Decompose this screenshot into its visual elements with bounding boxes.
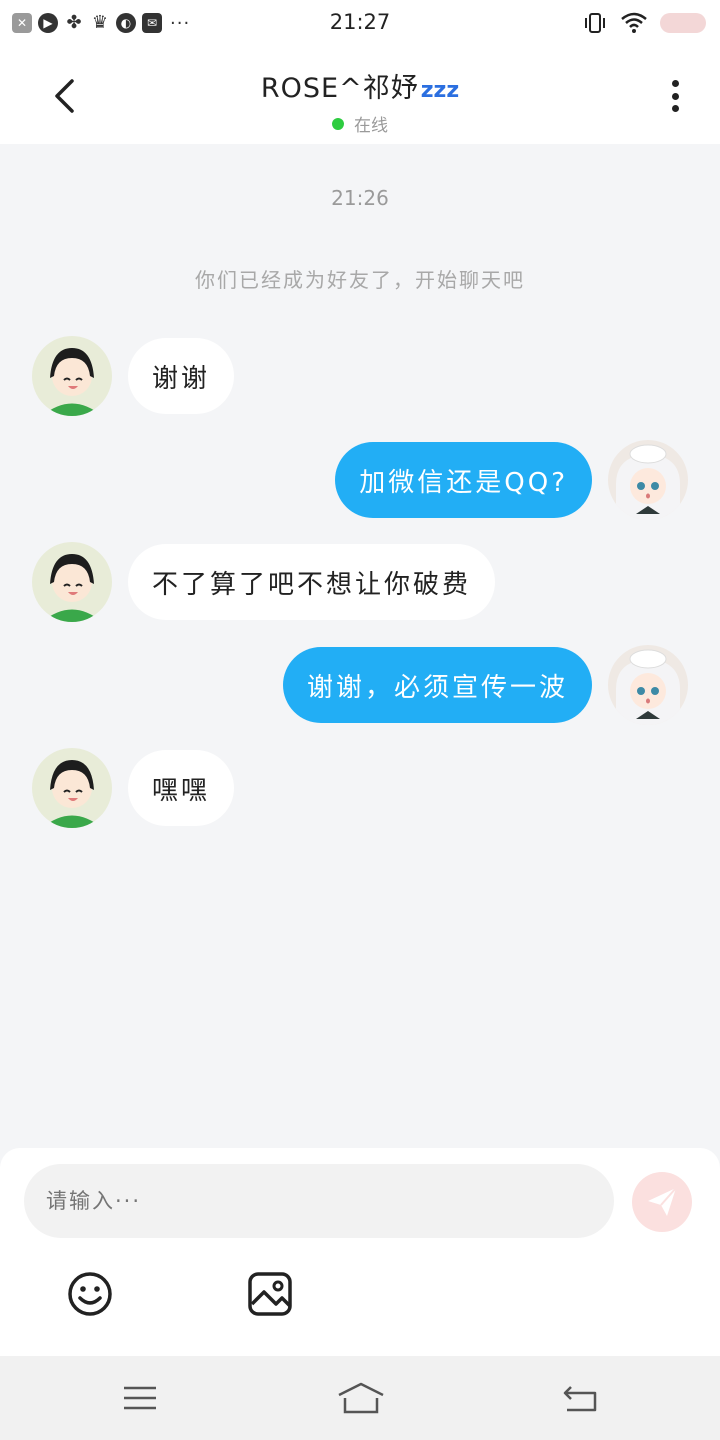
status-system-icons — [582, 12, 706, 34]
incoming-message-bubble[interactable]: 谢谢 — [128, 338, 235, 414]
image-icon — [248, 1272, 292, 1316]
user-avatar[interactable] — [608, 645, 688, 725]
message-row: 谢谢 — [32, 336, 235, 416]
contact-avatar[interactable] — [32, 748, 112, 828]
chat-title-block: ROSE^祁妤zzz 在线 — [0, 66, 720, 136]
message-row: 不了算了吧不想让你破费 — [32, 542, 496, 622]
system-navigation-bar — [0, 1356, 720, 1440]
emoji-button[interactable] — [66, 1270, 114, 1318]
message-input[interactable] — [24, 1164, 614, 1238]
chat-header: ROSE^祁妤zzz 在线 — [0, 46, 720, 144]
back-icon — [563, 1386, 597, 1412]
home-icon — [338, 1382, 384, 1414]
incoming-message-bubble[interactable]: 不了算了吧不想让你破费 — [128, 544, 496, 620]
contact-avatar[interactable] — [32, 336, 112, 416]
close-icon: ✕ — [12, 13, 32, 33]
online-dot-icon — [332, 117, 344, 130]
more-dot-icon — [671, 105, 679, 112]
message-timestamp: 21:26 — [331, 186, 389, 210]
wifi-icon — [621, 12, 647, 33]
nav-back-button[interactable] — [558, 1378, 602, 1418]
vibrate-icon — [585, 13, 605, 33]
fan-icon: ✤ — [66, 12, 82, 33]
system-message: 你们已经成为好友了，开始聊天吧 — [195, 268, 525, 292]
nav-menu-button[interactable] — [118, 1378, 162, 1418]
nav-home-button[interactable] — [336, 1378, 386, 1418]
online-status: 在线 — [0, 111, 720, 136]
crown-icon: ♛ — [91, 12, 109, 33]
emoji-icon — [68, 1272, 112, 1316]
menu-icon — [124, 1386, 156, 1410]
more-notifications-icon: ··· — [170, 12, 191, 34]
more-dot-icon — [671, 92, 679, 100]
more-dot-icon — [671, 80, 679, 87]
message-row: 谢谢，必须宣传一波 — [282, 645, 688, 725]
paper-plane-icon — [648, 1187, 677, 1216]
outgoing-message-bubble[interactable]: 加微信还是QQ? — [335, 442, 592, 518]
play-icon: ▶ — [38, 13, 58, 33]
battery-icon — [660, 13, 706, 33]
outgoing-message-bubble[interactable]: 谢谢，必须宣传一波 — [282, 647, 592, 723]
message-row: 嘿嘿 — [32, 748, 235, 828]
send-button[interactable] — [632, 1172, 692, 1232]
incoming-message-bubble[interactable]: 嘿嘿 — [128, 750, 235, 826]
planet-icon: ◐ — [116, 13, 136, 33]
online-status-text: 在线 — [354, 116, 388, 136]
image-button[interactable] — [246, 1270, 294, 1318]
message-input-bar — [0, 1148, 720, 1356]
more-options-button[interactable] — [660, 76, 690, 116]
contact-name: ROSE^祁妤 — [260, 73, 419, 104]
status-bar: ✕ ▶ ✤ ♛ ◐ ✉ ··· 21:27 — [0, 0, 720, 46]
message-row: 加微信还是QQ? — [335, 440, 688, 520]
sleep-emoji-icon: zzz — [420, 78, 460, 103]
mail-icon: ✉ — [142, 13, 162, 33]
chat-message-list[interactable]: 21:26 你们已经成为好友了，开始聊天吧 谢谢 加微信还是QQ? 不了算了吧不… — [0, 144, 720, 1148]
user-avatar[interactable] — [608, 440, 688, 520]
contact-avatar[interactable] — [32, 542, 112, 622]
status-notification-icons: ✕ ▶ ✤ ♛ ◐ ✉ ··· — [12, 13, 190, 34]
